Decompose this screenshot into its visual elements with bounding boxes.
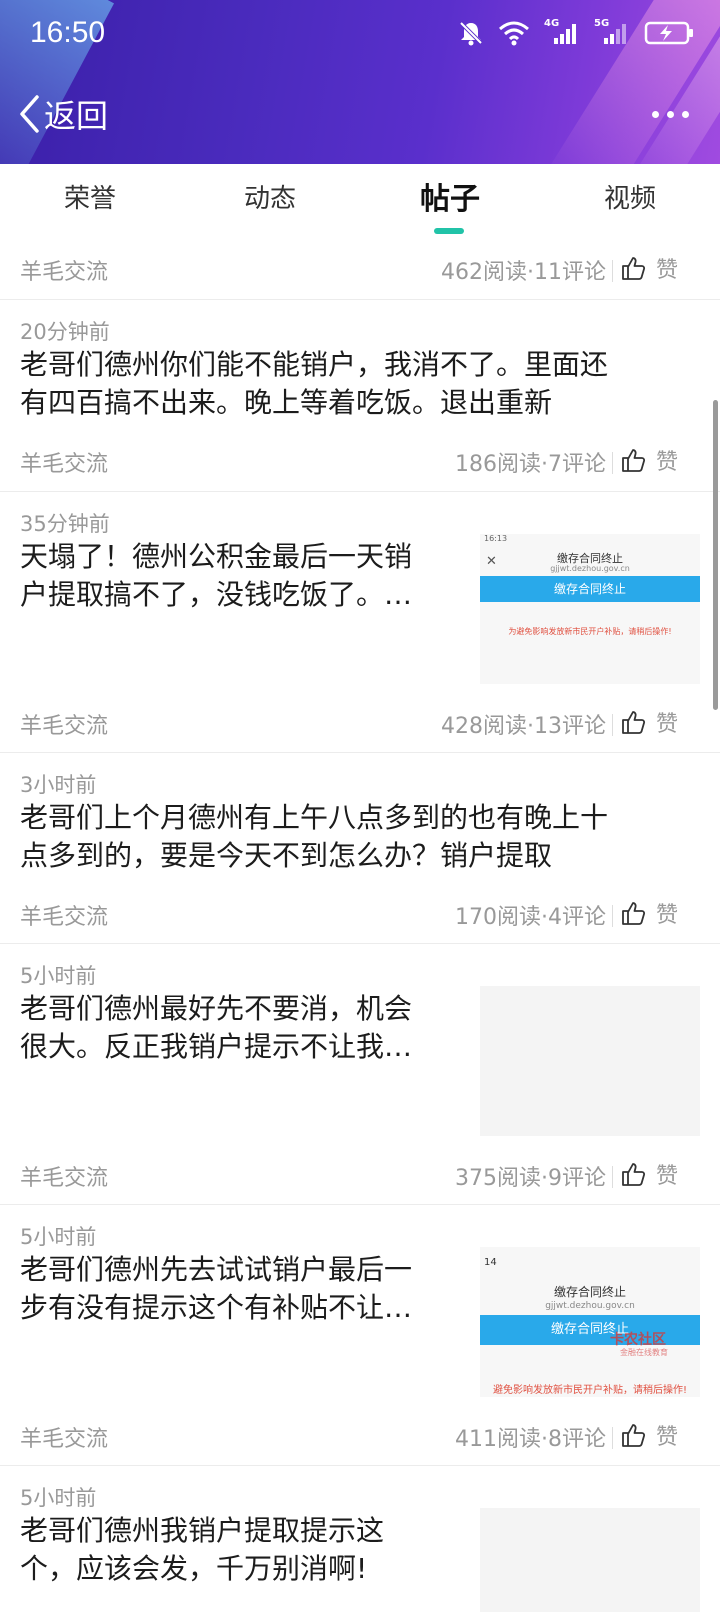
post-item[interactable]: 5小时前 老哥们德州我销户提取提示这 个，应该会发，千万别消啊! bbox=[0, 1466, 720, 1612]
screenshot-image: 16:13 ✕ 缴存合同终止 gjjwt.dezhou.gov.cn 缴存合同终… bbox=[480, 534, 700, 684]
thumbs-up-icon bbox=[622, 902, 646, 925]
post-footer: 羊毛交流 411阅读·8评论 赞 bbox=[0, 1421, 720, 1461]
post-thumbnail[interactable]: 14 缴存合同终止 gjjwt.dezhou.gov.cn 缴存合同终止 避免影… bbox=[480, 1247, 700, 1397]
more-dot bbox=[667, 110, 674, 118]
like-label: 赞 bbox=[656, 712, 679, 737]
post-title[interactable]: 老哥们德州最好先不要消，机会 很大。反正我销户提示不让我… bbox=[20, 990, 412, 1066]
like-button[interactable]: 赞 bbox=[620, 252, 678, 284]
thumbs-up-icon bbox=[622, 257, 646, 280]
post-stats: 462阅读·11评论 bbox=[441, 260, 606, 285]
thumbs-up-icon bbox=[622, 449, 646, 472]
watermark-logo: 卡农社区 bbox=[610, 1332, 666, 1348]
post-title[interactable]: 老哥们上个月德州有上午八点多到的也有晚上十 点多到的，要是今天不到怎么办？销户提取 bbox=[20, 799, 608, 875]
post-stats: 170阅读·4评论 bbox=[455, 905, 606, 930]
like-label: 赞 bbox=[656, 903, 679, 928]
post-stats: 186阅读·7评论 bbox=[455, 452, 606, 477]
like-button[interactable]: 赞 bbox=[620, 1158, 678, 1190]
tab-videos[interactable]: 视频 bbox=[570, 178, 690, 215]
battery-charging-icon bbox=[644, 21, 693, 45]
status-time: 16:50 bbox=[30, 16, 106, 49]
post-thumbnail[interactable] bbox=[480, 1508, 700, 1612]
post-tag[interactable]: 羊毛交流 bbox=[20, 708, 108, 740]
thumbs-up-icon bbox=[622, 711, 646, 734]
post-stats: 428阅读·13评论 bbox=[441, 714, 606, 739]
post-time: 35分钟前 bbox=[20, 512, 110, 536]
like-button[interactable]: 赞 bbox=[620, 1419, 678, 1451]
post-tag[interactable]: 羊毛交流 bbox=[20, 899, 108, 931]
post-item[interactable]: 35分钟前 天塌了！德州公积金最后一天销 户提取搞不了，没钱吃饭了。… 16:13… bbox=[0, 492, 720, 753]
like-label: 赞 bbox=[656, 258, 679, 283]
more-dot bbox=[652, 110, 659, 118]
post-footer: 羊毛交流 428阅读·13评论 赞 bbox=[0, 708, 720, 748]
post-item[interactable]: 5小时前 老哥们德州最好先不要消，机会 很大。反正我销户提示不让我… 羊毛交流 3… bbox=[0, 944, 720, 1205]
like-button[interactable]: 赞 bbox=[620, 897, 678, 929]
post-title[interactable]: 老哥们德州我销户提取提示这 个，应该会发，千万别消啊! bbox=[20, 1512, 384, 1588]
like-button[interactable]: 赞 bbox=[620, 444, 678, 476]
post-thumbnail[interactable] bbox=[480, 986, 700, 1136]
back-label: 返回 bbox=[44, 97, 109, 135]
post-footer: 羊毛交流 375阅读·9评论 赞 bbox=[0, 1160, 720, 1200]
tab-activity[interactable]: 动态 bbox=[210, 178, 330, 215]
post-footer: 羊毛交流 170阅读·4评论 赞 bbox=[0, 899, 720, 939]
post-tag[interactable]: 羊毛交流 bbox=[20, 254, 108, 286]
signal-5g-icon: 5G bbox=[594, 18, 630, 46]
wifi-icon bbox=[499, 21, 529, 46]
thumbs-up-icon bbox=[622, 1163, 646, 1186]
app-screen: 16:50 4G 5G 返回 荣誉 动态 帖子 视频 羊毛交流 462阅读·11… bbox=[0, 0, 720, 1612]
tab-posts[interactable]: 帖子 bbox=[390, 174, 510, 218]
post-time: 3小时前 bbox=[20, 773, 97, 797]
tab-bar: 荣誉 动态 帖子 视频 bbox=[0, 164, 720, 240]
post-item[interactable]: 5小时前 老哥们德州先去试试销户最后一 步有没有提示这个有补贴不让… 14 缴存合… bbox=[0, 1205, 720, 1466]
post-title[interactable]: 天塌了！德州公积金最后一天销 户提取搞不了，没钱吃饭了。… bbox=[20, 538, 412, 614]
scrollbar[interactable] bbox=[713, 400, 718, 710]
nav-bar: 返回 bbox=[0, 86, 720, 146]
more-dot bbox=[682, 110, 689, 118]
header: 16:50 4G 5G 返回 bbox=[0, 0, 720, 164]
post-item[interactable]: 20分钟前 老哥们德州你们能不能销户，我消不了。里面还 有四百搞不出来。晚上等着吃… bbox=[0, 300, 720, 492]
system-icons: 4G 5G bbox=[458, 18, 696, 46]
post-stats: 411阅读·8评论 bbox=[455, 1427, 606, 1452]
status-bar: 16:50 4G 5G bbox=[0, 0, 720, 70]
like-label: 赞 bbox=[656, 1164, 679, 1189]
post-thumbnail[interactable]: 16:13 ✕ 缴存合同终止 gjjwt.dezhou.gov.cn 缴存合同终… bbox=[480, 534, 700, 684]
back-button[interactable]: 返回 bbox=[18, 86, 108, 142]
mute-bell-icon bbox=[459, 21, 483, 46]
post-footer: 羊毛交流 462阅读·11评论 赞 bbox=[0, 254, 720, 294]
thumbs-up-icon bbox=[622, 1424, 646, 1447]
active-tab-indicator bbox=[434, 228, 464, 234]
post-time: 20分钟前 bbox=[20, 320, 110, 344]
like-label: 赞 bbox=[656, 450, 679, 475]
post-item[interactable]: 3小时前 老哥们上个月德州有上午八点多到的也有晚上十 点多到的，要是今天不到怎么办… bbox=[0, 753, 720, 944]
post-item[interactable]: 羊毛交流 462阅读·11评论 赞 bbox=[0, 240, 720, 300]
post-time: 5小时前 bbox=[20, 964, 97, 988]
post-tag[interactable]: 羊毛交流 bbox=[20, 446, 108, 478]
post-title[interactable]: 老哥们德州你们能不能销户，我消不了。里面还 有四百搞不出来。晚上等着吃饭。退出重新 bbox=[20, 346, 608, 422]
post-time: 5小时前 bbox=[20, 1225, 97, 1249]
like-button[interactable]: 赞 bbox=[620, 706, 678, 738]
signal-4g-icon: 4G bbox=[544, 18, 580, 46]
post-tag[interactable]: 羊毛交流 bbox=[20, 1160, 108, 1192]
post-tag[interactable]: 羊毛交流 bbox=[20, 1421, 108, 1453]
like-label: 赞 bbox=[656, 1425, 679, 1450]
post-feed[interactable]: 羊毛交流 462阅读·11评论 赞 20分钟前 老哥们德州你们能不能销户，我消不… bbox=[0, 240, 720, 1612]
tab-honor[interactable]: 荣誉 bbox=[30, 178, 150, 215]
post-stats: 375阅读·9评论 bbox=[455, 1166, 606, 1191]
post-title[interactable]: 老哥们德州先去试试销户最后一 步有没有提示这个有补贴不让… bbox=[20, 1251, 412, 1327]
post-time: 5小时前 bbox=[20, 1486, 97, 1510]
post-footer: 羊毛交流 186阅读·7评论 赞 bbox=[0, 446, 720, 486]
screenshot-image: 14 缴存合同终止 gjjwt.dezhou.gov.cn 缴存合同终止 避免影… bbox=[480, 1247, 700, 1397]
more-options-button[interactable] bbox=[652, 104, 692, 124]
chevron-left-icon bbox=[20, 95, 39, 133]
